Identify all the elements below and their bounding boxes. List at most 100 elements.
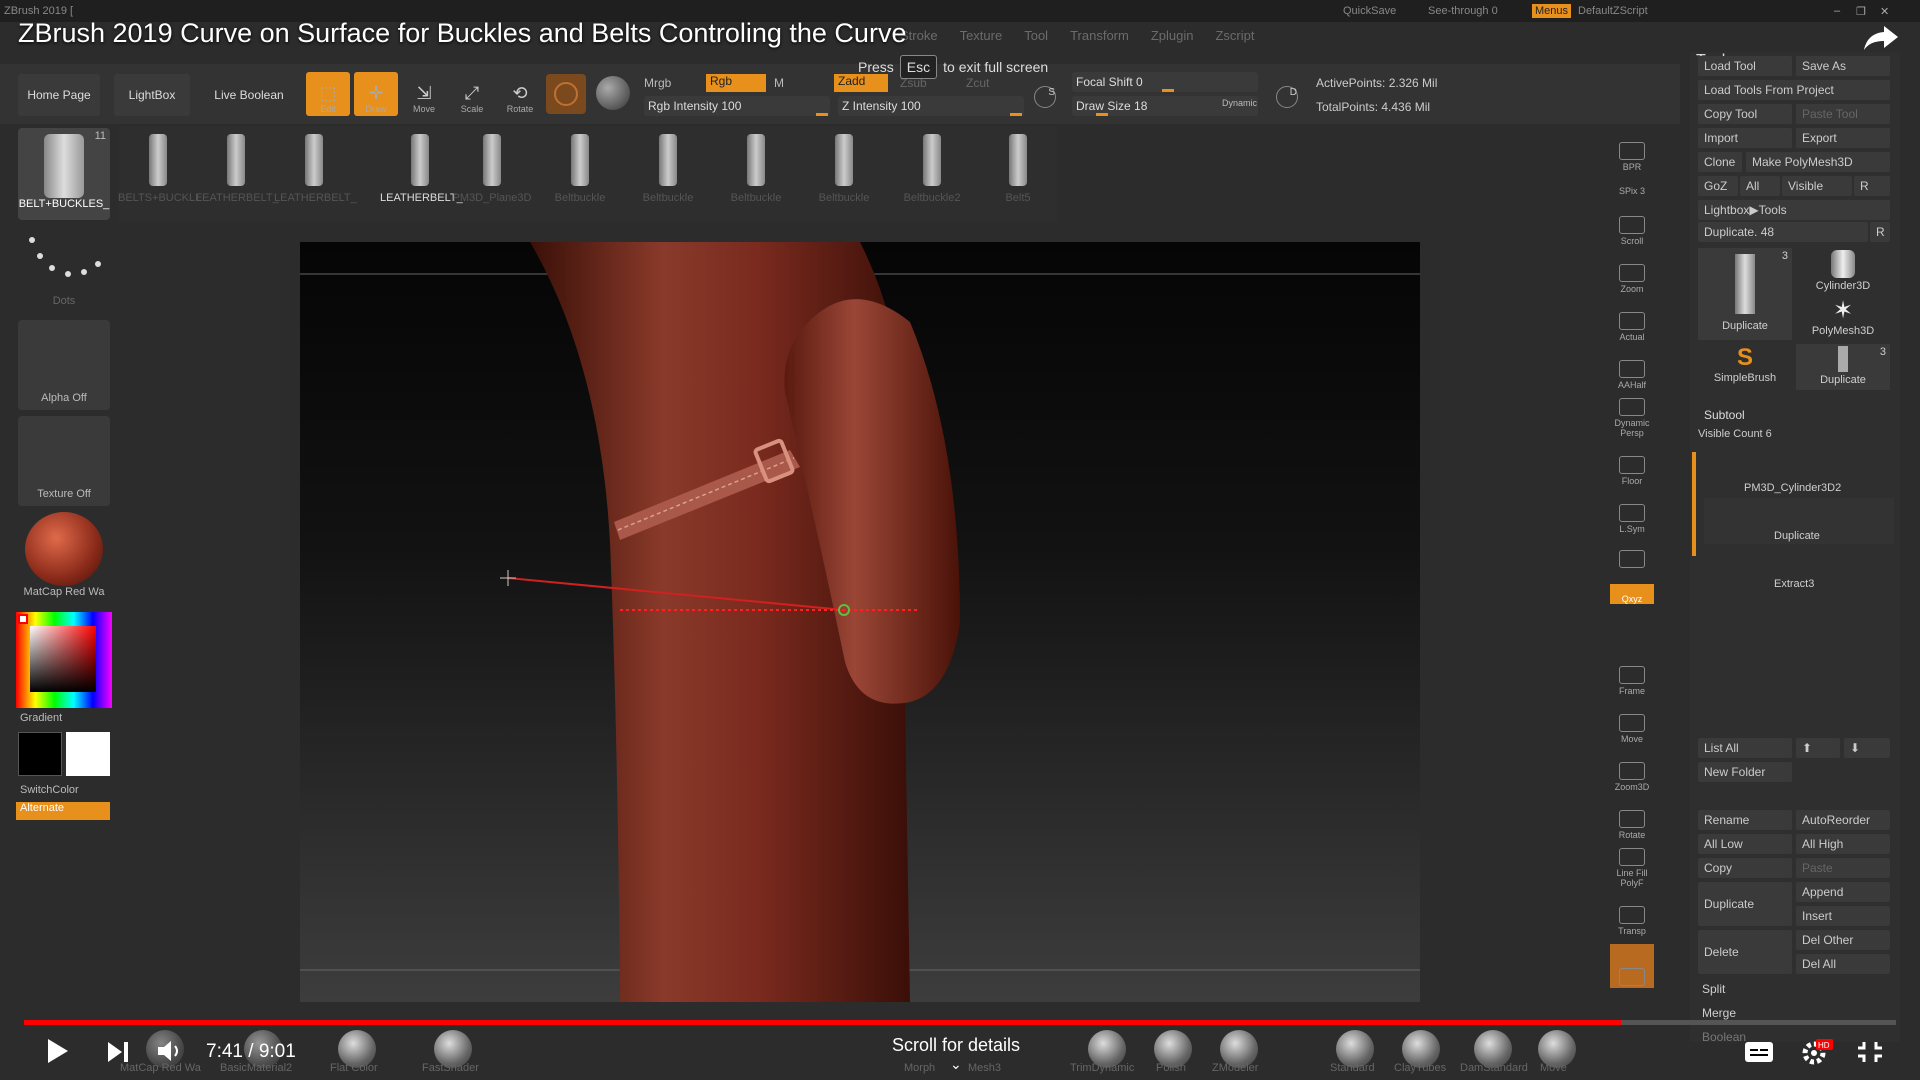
list-all-button[interactable]: List All xyxy=(1698,738,1792,758)
next-icon[interactable] xyxy=(106,1040,132,1071)
shelf-item[interactable]: LEATHERBELT_ xyxy=(196,126,279,222)
split-button[interactable]: Split xyxy=(1702,982,1725,996)
merge-button[interactable]: Merge xyxy=(1702,1006,1736,1020)
texture-ball-icon[interactable] xyxy=(596,76,630,110)
thumb-duplicate-2[interactable]: Duplicate 3 xyxy=(1796,344,1890,390)
current-tool-thumb[interactable]: 11 BELT+BUCKLES_ xyxy=(18,128,110,220)
z-intensity-slider[interactable]: Z Intensity 100 xyxy=(838,96,1024,116)
shelf-item[interactable]: Beltbuckle2 xyxy=(892,126,972,222)
polyf-button[interactable]: Line Fill PolyF xyxy=(1610,844,1654,888)
color-picker[interactable] xyxy=(16,612,112,708)
new-folder-button[interactable]: New Folder xyxy=(1698,762,1792,782)
color-square[interactable] xyxy=(30,626,96,692)
share-icon[interactable] xyxy=(1862,22,1900,52)
thumb-simplebrush[interactable]: S SimpleBrush xyxy=(1698,344,1792,390)
make-polymesh-button[interactable]: Make PolyMesh3D xyxy=(1746,152,1890,172)
switchcolor-button[interactable]: SwitchColor xyxy=(20,784,79,796)
close-icon[interactable]: ✕ xyxy=(1880,5,1889,18)
s-dot-icon[interactable]: S xyxy=(1034,86,1056,108)
xyz-button[interactable]: Qxyz xyxy=(1610,584,1654,604)
load-tools-project-button[interactable]: Load Tools From Project xyxy=(1698,80,1890,100)
export-button[interactable]: Export xyxy=(1796,128,1890,148)
goz-button[interactable]: GoZ xyxy=(1698,176,1738,196)
thumb-polymesh3d[interactable]: ✶ PolyMesh3D xyxy=(1796,296,1890,342)
stroke-selector[interactable]: Dots xyxy=(18,228,110,312)
rename-button[interactable]: Rename xyxy=(1698,810,1792,830)
subtool-item[interactable]: Extract3 xyxy=(1704,546,1894,592)
duplicate-button[interactable]: Duplicate xyxy=(1698,882,1792,926)
duplicate-slider[interactable]: Duplicate. 48 xyxy=(1698,222,1868,242)
lsym-button[interactable]: L.Sym xyxy=(1610,490,1654,534)
subtool-title[interactable]: Subtool xyxy=(1704,408,1745,422)
restore-icon[interactable]: ❐ xyxy=(1856,5,1866,18)
d-dot-icon[interactable]: D xyxy=(1276,86,1298,108)
menus-button[interactable]: Menus xyxy=(1532,4,1572,18)
menu-zplugin[interactable]: Zplugin xyxy=(1151,28,1194,43)
focal-shift-slider[interactable]: Focal Shift 0 xyxy=(1072,72,1258,92)
bpr-button[interactable]: BPR xyxy=(1610,128,1654,172)
secondary-color-swatch[interactable] xyxy=(66,732,110,776)
menu-tool[interactable]: Tool xyxy=(1024,28,1048,43)
rotate-button[interactable]: ⟲ Rotate xyxy=(498,72,542,116)
lock-button[interactable] xyxy=(1610,534,1654,570)
ghost-button[interactable] xyxy=(1610,944,1654,988)
m-toggle[interactable]: M xyxy=(774,76,784,90)
see-through-slider[interactable]: See-through 0 xyxy=(1428,5,1498,17)
autoreorder-button[interactable]: AutoReorder xyxy=(1796,810,1890,830)
shelf-item[interactable]: BELTS+BUCKLE xyxy=(118,126,202,222)
save-as-button[interactable]: Save As xyxy=(1796,56,1890,76)
import-button[interactable]: Import xyxy=(1698,128,1792,148)
play-icon[interactable] xyxy=(44,1036,70,1073)
home-page-button[interactable]: Home Page xyxy=(18,74,100,116)
settings-hd-icon[interactable]: HD xyxy=(1800,1038,1834,1073)
aahalf-button[interactable]: AAHalf xyxy=(1610,346,1654,390)
shelf-item[interactable]: PM3D_Plane3D xyxy=(452,126,532,222)
delete-button[interactable]: Delete xyxy=(1698,930,1792,974)
lightbox-tools-button[interactable]: Lightbox▶Tools xyxy=(1698,200,1890,220)
copy-button[interactable]: Copy xyxy=(1698,858,1792,878)
minimize-icon[interactable]: – xyxy=(1834,5,1840,17)
exit-fullscreen-icon[interactable] xyxy=(1856,1040,1884,1071)
scale-button[interactable]: ⤢ Scale xyxy=(450,72,494,116)
thumb-cylinder3d[interactable]: Cylinder3D xyxy=(1796,248,1890,294)
shelf-item[interactable]: Beltbuckle xyxy=(716,126,796,222)
floor-button[interactable]: Floor xyxy=(1610,442,1654,486)
draw-button[interactable]: ✛ Draw xyxy=(354,72,398,116)
zoom-button[interactable]: Zoom xyxy=(1610,250,1654,294)
live-boolean-button[interactable]: Live Boolean xyxy=(204,74,294,116)
paste-button[interactable]: Paste xyxy=(1796,858,1890,878)
rgb-intensity-slider[interactable]: Rgb Intensity 100 xyxy=(644,96,830,116)
menu-texture[interactable]: Texture xyxy=(960,28,1003,43)
default-zscript[interactable]: DefaultZScript xyxy=(1578,5,1648,17)
video-progress-bar[interactable] xyxy=(24,1020,1896,1025)
move-down-icon[interactable]: ⬇ xyxy=(1844,738,1890,758)
primary-color-swatch[interactable] xyxy=(18,732,62,776)
volume-icon[interactable] xyxy=(156,1038,186,1071)
material-swatch[interactable] xyxy=(546,74,586,114)
goz-visible-button[interactable]: Visible xyxy=(1782,176,1852,196)
menu-zscript[interactable]: Zscript xyxy=(1215,28,1254,43)
actual-button[interactable]: Actual xyxy=(1610,298,1654,342)
texture-selector[interactable]: Texture Off xyxy=(18,416,110,506)
paste-tool-button[interactable]: Paste Tool xyxy=(1796,104,1890,124)
move-view-button[interactable]: Move xyxy=(1610,700,1654,744)
shelf-item[interactable]: Beltbuckle xyxy=(540,126,620,222)
dynamic-toggle[interactable]: Dynamic xyxy=(1222,98,1257,108)
shelf-item-selected[interactable]: LEATHERBELT_ xyxy=(380,126,463,222)
material-selector[interactable]: MatCap Red Wa xyxy=(18,512,110,602)
clone-button[interactable]: Clone xyxy=(1698,152,1742,172)
frame-button[interactable]: Frame xyxy=(1610,652,1654,696)
load-tool-button[interactable]: Load Tool xyxy=(1698,56,1792,76)
insert-button[interactable]: Insert xyxy=(1796,906,1890,926)
alternate-button[interactable]: Alternate xyxy=(16,802,110,820)
spix-slider[interactable]: SPix 3 xyxy=(1610,176,1654,196)
duplicate-r-button[interactable]: R xyxy=(1870,222,1890,242)
subtool-item[interactable]: Duplicate xyxy=(1704,498,1894,544)
move-up-icon[interactable]: ⬆ xyxy=(1796,738,1840,758)
move-button[interactable]: ⇲ Move xyxy=(402,72,446,116)
del-all-button[interactable]: Del All xyxy=(1796,954,1890,974)
subtitles-icon[interactable] xyxy=(1744,1040,1774,1071)
goz-r-button[interactable]: R xyxy=(1854,176,1890,196)
alpha-selector[interactable]: Alpha Off xyxy=(18,320,110,410)
all-high-button[interactable]: All High xyxy=(1796,834,1890,854)
